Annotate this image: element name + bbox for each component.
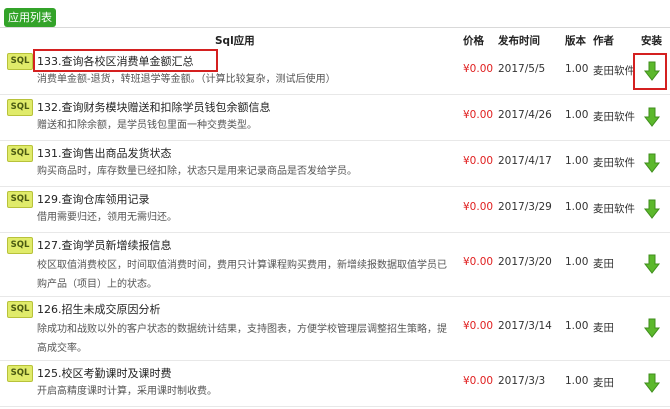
- header-date: 发布时间: [498, 35, 540, 47]
- app-description: 开启高精度课时计算，采用课时制收费。: [37, 386, 217, 397]
- app-row: SQL 126.招生未成交原因分析除成功和战败以外的客户状态的数据统计结果，支持图…: [0, 296, 670, 361]
- download-arrow-icon[interactable]: [640, 105, 664, 129]
- tab-divider: [0, 27, 670, 28]
- header-author: 作者: [593, 35, 614, 47]
- app-description: 赠送和扣除余额，是学员钱包里面一种交费类型。: [37, 120, 257, 131]
- app-title-link[interactable]: 127.查询学员新增续报信息: [37, 237, 172, 253]
- app-row: SQL 125.校区考勤课时及课时费开启高精度课时计算，采用课时制收费。 ¥0.00…: [0, 360, 670, 407]
- app-author: 麦田: [593, 258, 614, 270]
- app-price: ¥0.00: [463, 201, 494, 213]
- header-price: 价格: [463, 35, 484, 47]
- sql-badge-icon: SQL: [7, 53, 33, 70]
- app-title-link[interactable]: 132.查询财务模块赠送和扣除学员钱包余额信息: [37, 99, 271, 115]
- app-version: 1.00: [565, 155, 589, 167]
- app-title-link[interactable]: 129.查询仓库领用记录: [37, 191, 150, 207]
- app-row: SQL 129.查询仓库领用记录借用需要归还，领用无需归还。 ¥0.00 2017/3…: [0, 186, 670, 233]
- app-date: 2017/4/26: [498, 109, 552, 121]
- app-row: SQL 127.查询学员新增续报信息校区取值消费校区，时间取值消费时间，费用只计算…: [0, 232, 670, 297]
- app-price: ¥0.00: [463, 375, 494, 387]
- app-title-link[interactable]: 125.校区考勤课时及课时费: [37, 365, 172, 381]
- app-author: 麦田: [593, 377, 614, 389]
- app-description: 除成功和战败以外的客户状态的数据统计结果，支持图表，方便学校管理层调整招生策略，…: [37, 324, 447, 354]
- app-description: 消费单金额-退货，转班退学等金额。（计算比较复杂，测试后使用）: [37, 74, 336, 85]
- highlight-box-title: [33, 49, 218, 72]
- app-price: ¥0.00: [463, 320, 494, 332]
- highlight-box-install: [633, 53, 667, 90]
- app-version: 1.00: [565, 201, 589, 213]
- app-title-link[interactable]: 131.查询售出商品发货状态: [37, 145, 172, 161]
- app-version: 1.00: [565, 256, 589, 268]
- app-row: SQL 132.查询财务模块赠送和扣除学员钱包余额信息赠送和扣除余额，是学员钱包里…: [0, 94, 670, 141]
- app-author: 麦田软件: [593, 111, 635, 123]
- sql-badge-icon: SQL: [7, 301, 33, 318]
- app-date: 2017/3/29: [498, 201, 552, 213]
- app-version: 1.00: [565, 320, 589, 332]
- header-version: 版本: [565, 35, 586, 47]
- app-author: 麦田: [593, 322, 614, 334]
- sql-badge-icon: SQL: [7, 99, 33, 116]
- sql-badge-icon: SQL: [7, 191, 33, 208]
- sql-badge-icon: SQL: [7, 365, 33, 382]
- app-price: ¥0.00: [463, 63, 494, 75]
- sql-badge-icon: SQL: [7, 145, 33, 162]
- sql-badge-icon: SQL: [7, 237, 33, 254]
- header-sql-app: Sql应用: [215, 35, 255, 47]
- download-arrow-icon[interactable]: [640, 151, 664, 175]
- download-arrow-icon[interactable]: [640, 252, 664, 276]
- app-description: 借用需要归还，领用无需归还。: [37, 212, 177, 223]
- app-description: 购买商品时，库存数量已经扣除，状态只是用来记录商品是否发给学员。: [37, 166, 357, 177]
- app-date: 2017/3/20: [498, 256, 552, 268]
- app-version: 1.00: [565, 375, 589, 387]
- app-description: 校区取值消费校区，时间取值消费时间，费用只计算课程购买费用，新增续报数据取值学员…: [37, 260, 447, 290]
- app-date: 2017/5/5: [498, 63, 546, 75]
- app-version: 1.00: [565, 63, 589, 75]
- header-install: 安装: [641, 35, 662, 47]
- app-date: 2017/3/14: [498, 320, 552, 332]
- app-author: 麦田软件: [593, 157, 635, 169]
- app-version: 1.00: [565, 109, 589, 121]
- app-price: ¥0.00: [463, 256, 494, 268]
- app-author: 麦田软件: [593, 65, 635, 77]
- app-date: 2017/3/3: [498, 375, 546, 387]
- app-title-link[interactable]: 126.招生未成交原因分析: [37, 301, 161, 317]
- app-row: SQL 131.查询售出商品发货状态购买商品时，库存数量已经扣除，状态只是用来记录…: [0, 140, 670, 187]
- app-price: ¥0.00: [463, 155, 494, 167]
- tab-app-list[interactable]: 应用列表: [4, 8, 56, 27]
- download-arrow-icon[interactable]: [640, 316, 664, 340]
- download-arrow-icon[interactable]: [640, 197, 664, 221]
- app-author: 麦田软件: [593, 203, 635, 215]
- download-arrow-icon[interactable]: [640, 371, 664, 395]
- app-price: ¥0.00: [463, 109, 494, 121]
- app-date: 2017/4/17: [498, 155, 552, 167]
